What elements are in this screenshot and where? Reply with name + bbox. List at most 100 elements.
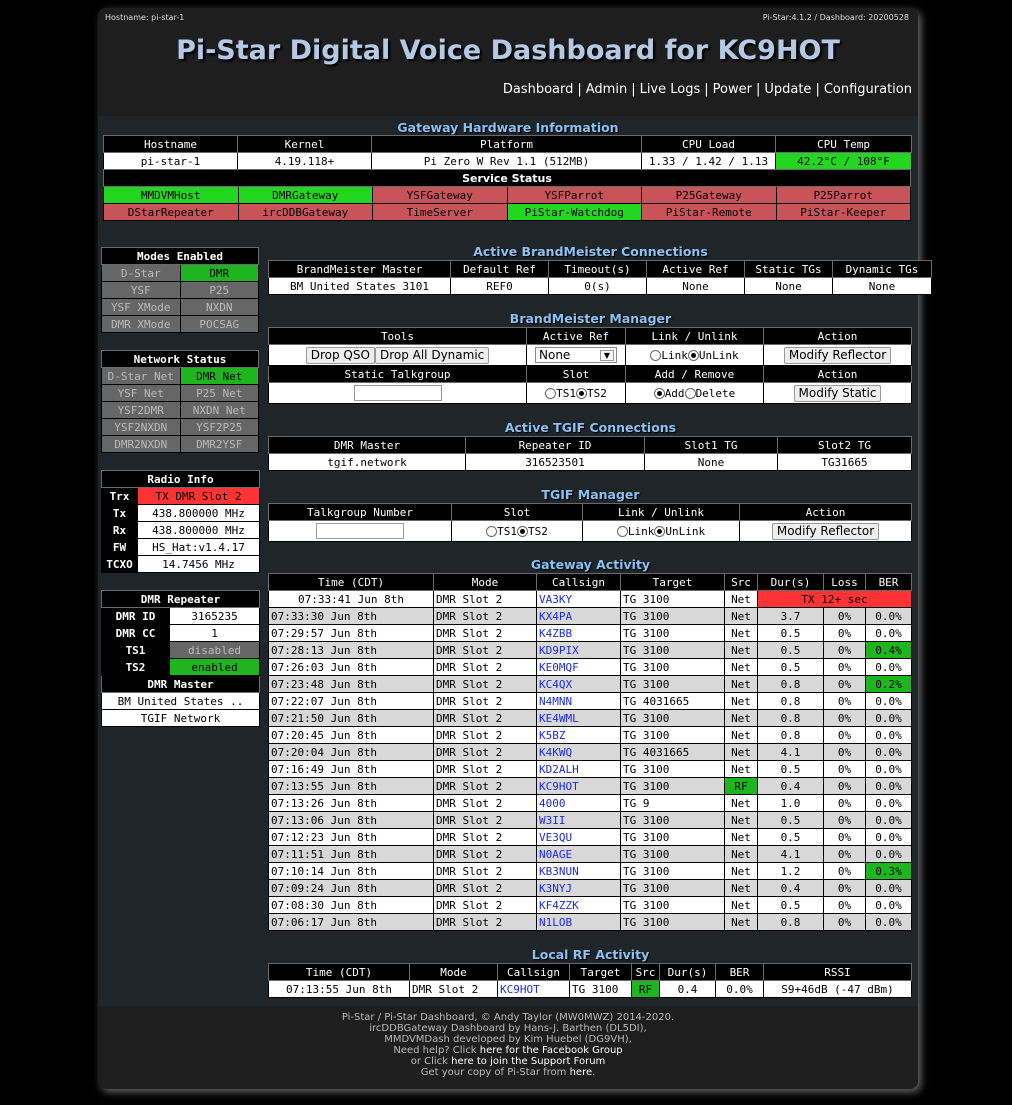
bmm-col: Action [763, 327, 912, 345]
activity-mode: DMR Slot 2 [433, 607, 537, 625]
modify-static-button[interactable]: Modify Static [793, 384, 882, 402]
drop-all-dynamic-button[interactable]: Drop All Dynamic [374, 346, 490, 364]
modes-title: Modes Enabled [101, 247, 259, 265]
tgif-link-radio[interactable] [616, 526, 628, 537]
bm-timeout: 0(s) [548, 277, 647, 295]
activity-callsign-link[interactable]: K4KWQ [536, 743, 621, 761]
activity-mode: DMR Slot 2 [433, 845, 537, 863]
activity-callsign-link[interactable]: 4000 [536, 794, 621, 812]
nav-update[interactable]: Update [764, 82, 811, 97]
activity-time: 07:12:23 Jun 8th [268, 828, 434, 846]
activity-callsign-link[interactable]: KE4WML [536, 709, 621, 727]
radio-trx: TX DMR Slot 2 [136, 487, 261, 505]
support-forum-link[interactable]: here to join the Support Forum [451, 1056, 605, 1067]
dmr-repeater-table: DMR Repeater DMR ID 3165235 DMR CC 1 TS1 di… [100, 590, 261, 727]
dmr-id: 3165235 [168, 607, 261, 625]
rf-dur: 0.4 [659, 980, 716, 998]
tgifm-col: Talkgroup Number [268, 503, 452, 521]
activity-col: Mode [433, 573, 537, 591]
activity-dur: 0.4 [757, 777, 824, 795]
modify-reflector-button[interactable]: Modify Reflector [783, 346, 892, 364]
activity-col: BER [865, 573, 912, 591]
tgif-unlink-radio[interactable] [654, 526, 666, 537]
activity-row: 07:26:03 Jun 8th DMR Slot 2 KE0MQF TG 3100 N… [268, 658, 912, 676]
activity-mode: DMR Slot 2 [433, 879, 537, 897]
activity-col: Dur(s) [757, 573, 824, 591]
tgif-modify-reflector-button[interactable]: Modify Reflector [771, 522, 880, 540]
bm-col: BrandMeister Master [268, 260, 451, 278]
active-ref-select[interactable]: None ▼ [535, 347, 617, 363]
activity-row: 07:12:23 Jun 8th DMR Slot 2 VE3QU TG 3100 Ne… [268, 828, 912, 846]
radio-label: Trx [101, 487, 138, 505]
rf-col: Time (CDT) [268, 963, 410, 981]
activity-callsign-link[interactable]: KX4PA [536, 607, 621, 625]
activity-callsign-link[interactable]: K3NYJ [536, 879, 621, 897]
add-radio[interactable] [653, 388, 665, 399]
activity-callsign-link[interactable]: VE3QU [536, 828, 621, 846]
facebook-link[interactable]: here for the Facebook Group [480, 1045, 623, 1056]
activity-mode: DMR Slot 2 [433, 743, 537, 761]
activity-callsign-link[interactable]: N4MNN [536, 692, 621, 710]
activity-callsign-link[interactable]: KD2ALH [536, 760, 621, 778]
activity-target: TG 4031665 [620, 692, 725, 710]
activity-mode: DMR Slot 2 [433, 828, 537, 846]
activity-callsign-link[interactable]: KD9PIX [536, 641, 621, 659]
activity-callsign-link[interactable]: KE0MQF [536, 658, 621, 676]
hw-col: CPU Load [641, 135, 776, 153]
tgif-ts2-radio[interactable] [517, 526, 528, 537]
ts2-radio[interactable] [576, 388, 587, 399]
activity-callsign-link[interactable]: KB3NUN [536, 862, 621, 880]
activity-src: Net [724, 760, 758, 778]
footer: Pi-Star / Pi-Star Dashboard, © Andy Tayl… [98, 1006, 918, 1089]
activity-callsign-link[interactable]: N1LOB [536, 913, 621, 931]
link-radio[interactable] [650, 350, 662, 361]
activity-target: TG 3100 [620, 607, 725, 625]
activity-loss: 0% [823, 828, 866, 846]
unlink-radio[interactable] [687, 350, 699, 361]
dmr-title: DMR Repeater [100, 590, 261, 608]
network-title: Network Status [101, 350, 259, 368]
mode-ysf: YSF [101, 281, 181, 299]
activity-callsign-link[interactable]: KC9HOT [536, 777, 621, 795]
activity-target: TG 3100 [620, 913, 725, 931]
activity-row: 07:13:55 Jun 8th DMR Slot 2 KC9HOT TG 3100 R… [268, 777, 912, 795]
rf-mode: DMR Slot 2 [409, 980, 498, 998]
activity-time: 07:21:50 Jun 8th [268, 709, 434, 727]
nav-configuration[interactable]: Configuration [824, 82, 912, 97]
delete-radio[interactable] [684, 388, 696, 399]
nav-power[interactable]: Power [713, 82, 752, 97]
top-nav: Dashboard | Admin | Live Logs | Power | Update | C… [502, 82, 912, 97]
nav-live-logs[interactable]: Live Logs [640, 82, 701, 97]
bm-table: BrandMeister Master Default Ref Timeout(s)… [268, 260, 932, 295]
activity-ber: 0.0% [865, 624, 912, 642]
net-ysf: YSF Net [101, 384, 181, 402]
nav-dashboard[interactable]: Dashboard [503, 82, 574, 97]
activity-callsign-link[interactable]: KC4QX [536, 675, 621, 693]
activity-dur: 0.8 [757, 913, 824, 931]
activity-time: 07:08:30 Jun 8th [268, 896, 434, 914]
activity-src: Net [724, 913, 758, 931]
hw-col: CPU Temp [775, 135, 912, 153]
pistar-download-link[interactable]: here. [570, 1067, 596, 1078]
rf-callsign-link[interactable]: KC9HOT [497, 980, 570, 998]
static-talkgroup-input[interactable] [353, 385, 442, 401]
activity-row: 07:23:48 Jun 8th DMR Slot 2 KC4QX TG 3100 Ne… [268, 675, 912, 693]
activity-callsign-link[interactable]: N0AGE [536, 845, 621, 863]
drop-qso-button[interactable]: Drop QSO [305, 346, 375, 364]
service-ysfparrot: YSFParrot [506, 186, 642, 204]
activity-ber: 0.0% [865, 709, 912, 727]
nav-admin[interactable]: Admin [586, 82, 627, 97]
ts1-radio[interactable] [545, 388, 557, 399]
activity-callsign-link[interactable]: K5BZ [536, 726, 621, 744]
activity-callsign-link[interactable]: KF4ZZK [536, 896, 621, 914]
rf-target: TG 3100 [569, 980, 632, 998]
activity-callsign-link[interactable]: VA3KY [536, 590, 621, 608]
bm-col: Active Ref [646, 260, 745, 278]
tgif-ts1-radio[interactable] [486, 526, 498, 537]
activity-callsign-link[interactable]: K4ZBB [536, 624, 621, 642]
bmm-col: Static Talkgroup [268, 365, 527, 383]
activity-time: 07:13:06 Jun 8th [268, 811, 434, 829]
talkgroup-number-input[interactable] [316, 523, 404, 539]
activity-mode: DMR Slot 2 [433, 811, 537, 829]
activity-callsign-link[interactable]: W3II [536, 811, 621, 829]
